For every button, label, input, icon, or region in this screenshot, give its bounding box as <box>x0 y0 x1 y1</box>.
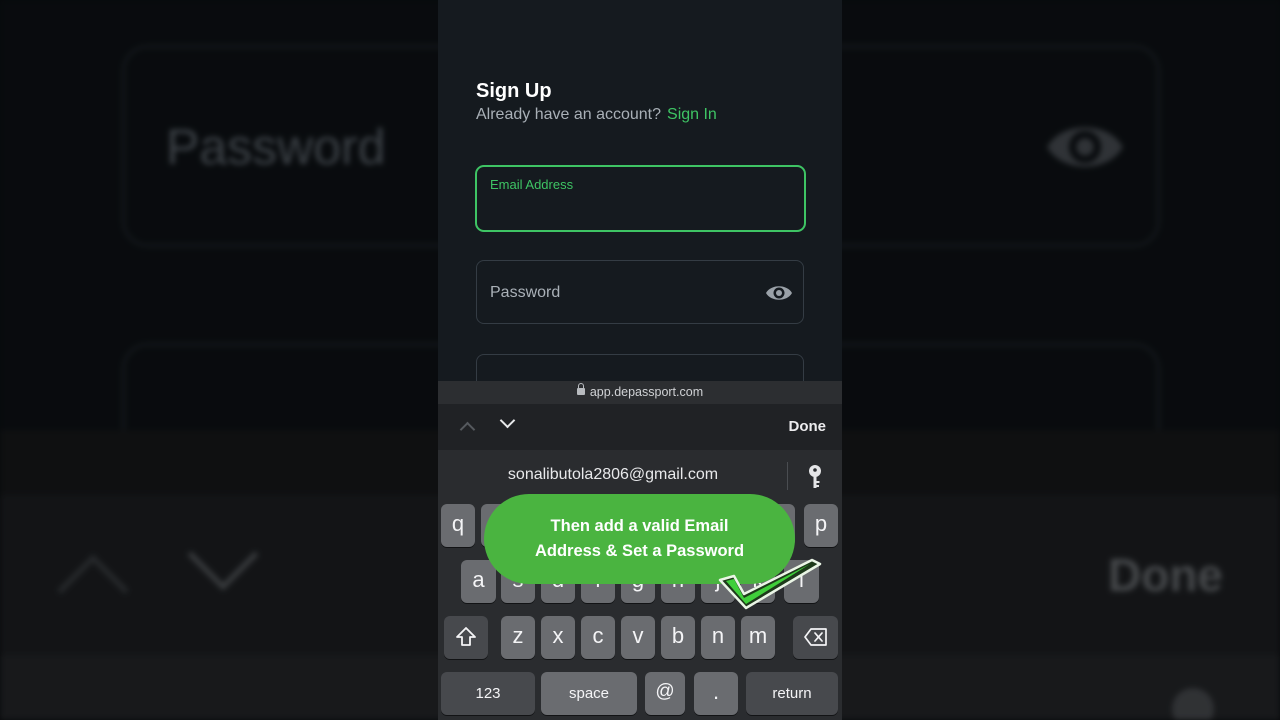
callout-line-1: Then add a valid Email <box>550 517 729 535</box>
signin-prompt-text: Already have an account? <box>476 106 662 123</box>
page-title: Sign Up <box>476 80 552 102</box>
checkmark-icon <box>718 558 822 610</box>
password-field[interactable]: Password <box>476 260 804 324</box>
numbers-key[interactable]: 123 <box>441 672 535 715</box>
url-bar: app.depassport.com <box>438 381 842 404</box>
phone-screen: Sign Up Already have an account? Sign In … <box>438 0 842 720</box>
key-z[interactable]: z <box>501 616 535 659</box>
backspace-icon <box>803 628 827 646</box>
key-c[interactable]: c <box>581 616 615 659</box>
key-a[interactable]: a <box>461 560 496 603</box>
form-navigation-bar <box>438 404 842 450</box>
key-m[interactable]: m <box>741 616 775 659</box>
key-n[interactable]: n <box>701 616 735 659</box>
email-field[interactable]: Email Address <box>475 165 806 232</box>
key-q[interactable]: q <box>441 504 475 547</box>
key-x[interactable]: x <box>541 616 575 659</box>
url-text: app.depassport.com <box>589 385 704 399</box>
eye-icon[interactable] <box>765 281 793 305</box>
lock-icon <box>576 383 585 395</box>
done-button[interactable]: Done <box>789 418 827 435</box>
quicktype-divider <box>787 462 788 490</box>
space-key[interactable]: space <box>541 672 637 715</box>
shift-icon <box>456 627 476 646</box>
password-placeholder: Password <box>490 284 561 301</box>
period-key[interactable]: . <box>694 672 738 715</box>
return-key[interactable]: return <box>746 672 838 715</box>
backspace-key[interactable] <box>793 616 838 659</box>
email-field-label: Email Address <box>490 177 574 192</box>
key-p[interactable]: p <box>804 504 838 547</box>
key-icon[interactable] <box>806 464 824 490</box>
key-b[interactable]: b <box>661 616 695 659</box>
video-frame: Password Done Sign Up Already have an ac… <box>0 0 1280 720</box>
at-key[interactable]: @ <box>645 672 685 715</box>
shift-key[interactable] <box>444 616 488 659</box>
key-v[interactable]: v <box>621 616 655 659</box>
signin-prompt: Already have an account? Sign In <box>476 106 717 124</box>
signin-link[interactable]: Sign In <box>667 106 717 123</box>
email-suggestion[interactable]: sonalibutola2806@gmail.com <box>438 466 788 484</box>
